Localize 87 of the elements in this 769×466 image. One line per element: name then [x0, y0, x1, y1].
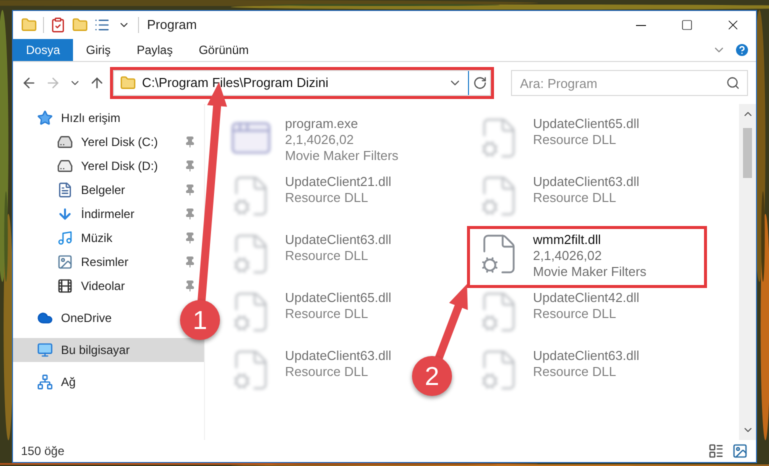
file-detail: Movie Maker Filters [285, 148, 398, 164]
file-detail: Resource DLL [533, 364, 618, 380]
file-detail: Resource DLL [533, 190, 618, 206]
ribbon-tab[interactable]: Görünüm [186, 39, 262, 61]
file-name: wmm2filt.dll [533, 232, 602, 248]
file-name: UpdateClient63.dll [285, 232, 392, 248]
file-tile[interactable]: wmm2filt.dll 2,1,4026,02 Movie Maker Filters [469, 228, 705, 286]
cloud-icon [37, 310, 53, 326]
star-icon [37, 110, 53, 126]
file-tile[interactable]: UpdateClient63.dll Resource DLL [469, 344, 644, 396]
pin-icon[interactable] [184, 160, 196, 172]
file-name: UpdateClient63.dll [533, 348, 640, 364]
sidebar-item[interactable]: Müzik [57, 226, 112, 250]
pictures-icon [57, 254, 73, 270]
file-detail: Resource DLL [533, 132, 618, 148]
up-icon[interactable] [89, 75, 105, 91]
file-detail: Resource DLL [285, 306, 370, 322]
maximize-icon [681, 19, 693, 31]
list-icon[interactable] [94, 17, 110, 33]
drive-icon [57, 134, 73, 150]
scrollbar[interactable] [739, 104, 756, 440]
file-tile[interactable]: UpdateClient65.dll Resource DLL [469, 112, 644, 164]
file-name: UpdateClient65.dll [285, 290, 392, 306]
monitor-icon [37, 342, 53, 358]
pin-icon[interactable] [184, 184, 196, 196]
pin-icon[interactable] [184, 208, 196, 220]
minimize-icon [636, 24, 646, 26]
file-tile[interactable]: UpdateClient63.dll Resource DLL [469, 170, 644, 222]
file-name: UpdateClient21.dll [285, 174, 392, 190]
address-path: C:\Program Files\Program Dizini [142, 74, 330, 92]
pin-icon[interactable] [184, 232, 196, 244]
sidebar-item[interactable]: Yerel Disk (D:) [57, 154, 158, 178]
pin-icon[interactable] [184, 256, 196, 268]
new-folder-icon[interactable] [72, 17, 88, 33]
address-field[interactable]: C:\Program Files\Program Dizini [113, 70, 491, 96]
sidebar-item[interactable]: OneDrive [37, 306, 112, 330]
file-name: UpdateClient42.dll [533, 290, 640, 306]
details-view-icon[interactable] [708, 443, 724, 459]
sidebar-item[interactable]: Belgeler [57, 178, 126, 202]
sidebar-item[interactable]: Ağ [37, 370, 76, 394]
pin-icon[interactable] [184, 136, 196, 148]
film-icon [57, 278, 73, 294]
file-tile[interactable]: UpdateClient21.dll Resource DLL [221, 170, 396, 222]
back-icon[interactable] [21, 75, 37, 91]
file-name: UpdateClient63.dll [285, 348, 392, 364]
ribbon-tab[interactable]: Giriş [73, 39, 124, 61]
file-detail: Resource DLL [285, 364, 370, 380]
file-name: UpdateClient65.dll [533, 116, 640, 132]
network-icon [37, 374, 53, 390]
sidebar-item[interactable]: İndirmeler [57, 202, 134, 226]
sidebar-item[interactable]: Resimler [57, 250, 128, 274]
window-title: Program [147, 16, 198, 34]
file-tile[interactable]: UpdateClient63.dll Resource DLL [221, 344, 396, 396]
drive-icon [57, 158, 73, 174]
file-tile[interactable]: UpdateClient65.dll Resource DLL [221, 286, 396, 338]
file-name: UpdateClient63.dll [533, 174, 640, 190]
search-field[interactable]: Ara: Program [511, 70, 748, 96]
file-tile[interactable]: UpdateClient63.dll Resource DLL [221, 228, 396, 280]
ribbon-tab[interactable]: Paylaş [124, 39, 186, 61]
file-detail: 2,1,4026,02 [285, 132, 355, 148]
file-tile[interactable]: UpdateClient42.dll Resource DLL [469, 286, 644, 338]
file-detail: Resource DLL [285, 248, 370, 264]
download-icon [57, 206, 73, 222]
file-detail: Resource DLL [533, 306, 618, 322]
file-detail: Movie Maker Filters [533, 264, 646, 280]
ribbon-tab[interactable]: Dosya [13, 39, 74, 61]
properties-icon[interactable] [50, 17, 66, 33]
refresh-icon [472, 76, 486, 90]
folder-icon[interactable] [21, 17, 37, 33]
file-detail: Resource DLL [285, 190, 370, 206]
pin-icon[interactable] [184, 280, 196, 292]
file-name: program.exe [285, 116, 359, 132]
forward-icon[interactable] [45, 75, 61, 91]
help-icon[interactable] [734, 42, 750, 58]
document-icon [57, 182, 73, 198]
sidebar-item[interactable]: Hızlı erişim [37, 106, 120, 130]
file-detail: 2,1,4026,02 [533, 248, 603, 264]
sidebar-item[interactable]: Yerel Disk (C:) [57, 130, 158, 154]
music-icon [57, 230, 73, 246]
search-icon [726, 76, 740, 90]
sidebar-item[interactable]: Videolar [57, 274, 125, 298]
file-tile[interactable]: program.exe 2,1,4026,02 Movie Maker Filters [221, 112, 402, 168]
folder-icon [120, 75, 136, 91]
item-count: 150 öğe [21, 443, 66, 460]
scroll-thumb[interactable] [743, 128, 752, 178]
tiles-view-icon[interactable] [732, 443, 748, 459]
sidebar-item[interactable]: Bu bilgisayar [37, 338, 130, 362]
